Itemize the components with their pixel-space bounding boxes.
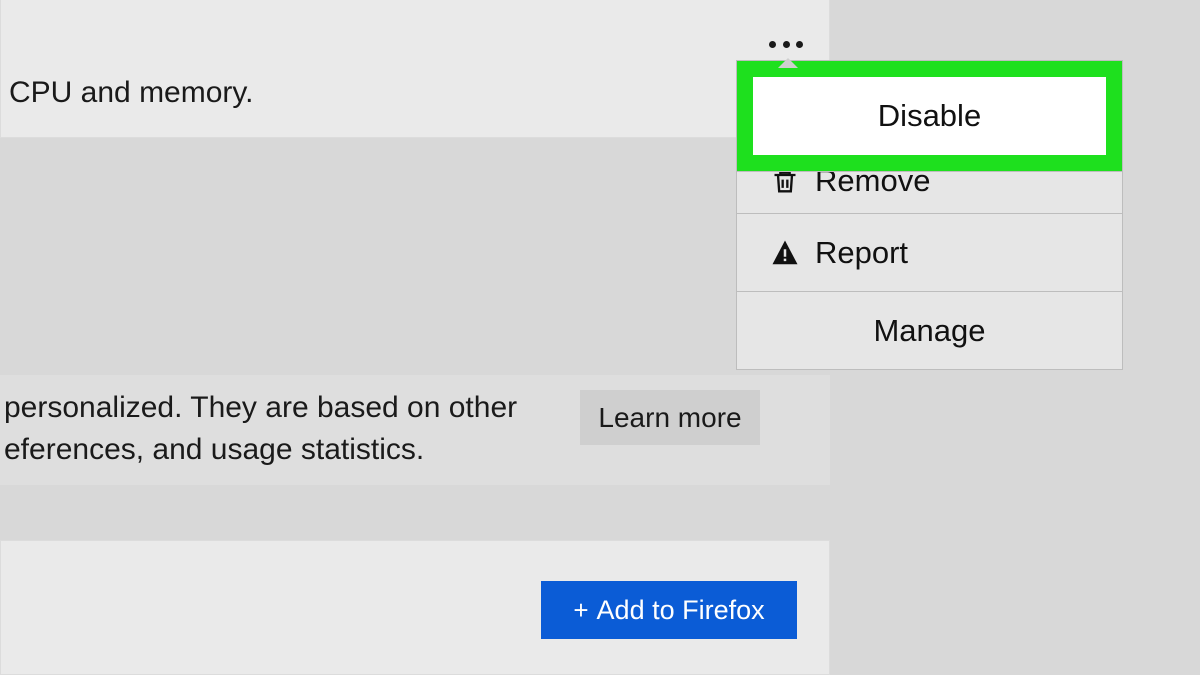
dot-icon (783, 41, 790, 48)
add-to-firefox-button[interactable]: + Add to Firefox (541, 581, 797, 639)
learn-more-button[interactable]: Learn more (580, 390, 760, 445)
dot-icon (769, 41, 776, 48)
warning-icon (769, 237, 801, 269)
recommendation-text: personalized. They are based on other ef… (0, 387, 575, 471)
menu-item-disable[interactable]: Disable (753, 77, 1106, 155)
extension-card-bottom: + Add to Firefox (0, 540, 830, 675)
plus-icon: + (573, 595, 588, 626)
extension-card-top: CPU and memory. (0, 0, 830, 138)
dot-icon (796, 41, 803, 48)
menu-item-remove[interactable]: Remove (736, 172, 1123, 214)
extension-description-fragment: CPU and memory. (9, 76, 254, 110)
learn-more-label: Learn more (598, 402, 741, 434)
extension-options-menu: Disable Remove Report Manage (736, 60, 1123, 370)
menu-item-disable-label: Disable (878, 98, 981, 134)
menu-item-manage-label: Manage (873, 313, 985, 349)
menu-item-report-label: Report (815, 235, 908, 271)
menu-caret-icon (778, 58, 798, 68)
disable-highlight: Disable (736, 60, 1123, 172)
menu-item-manage[interactable]: Manage (736, 292, 1123, 370)
trash-icon (769, 172, 801, 198)
recommendation-banner: personalized. They are based on other ef… (0, 375, 830, 485)
menu-item-report[interactable]: Report (736, 214, 1123, 292)
more-options-button[interactable] (769, 34, 803, 54)
menu-item-remove-label: Remove (815, 172, 930, 199)
add-to-firefox-label: Add to Firefox (597, 595, 765, 626)
